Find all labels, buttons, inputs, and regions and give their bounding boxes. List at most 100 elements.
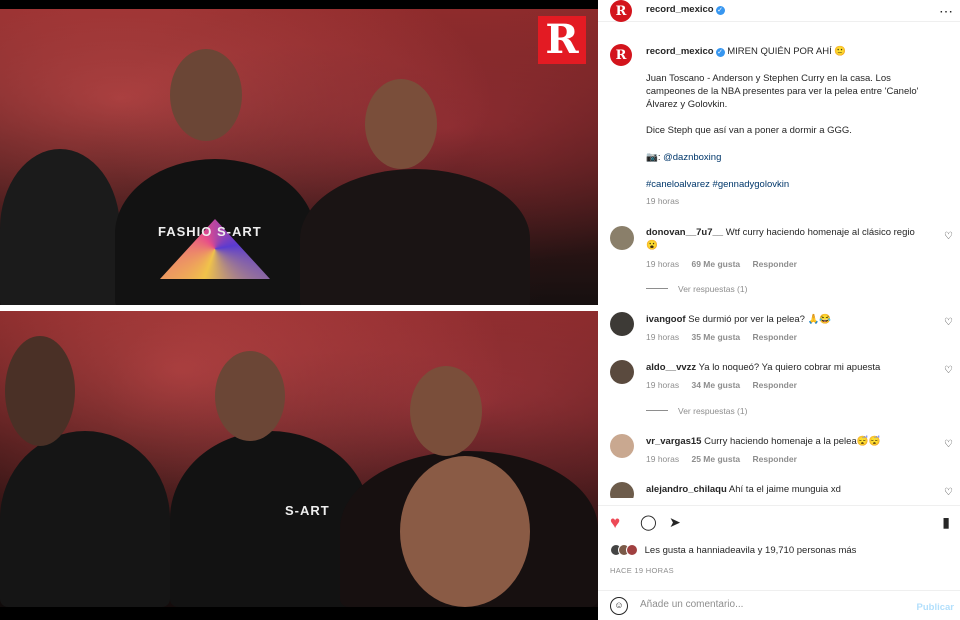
view-replies[interactable]: Ver respuestas (1) bbox=[646, 406, 747, 416]
comment-meta: 19 horas 34 Me gusta Responder bbox=[646, 380, 807, 390]
caption-credit: 📷: @daznboxing bbox=[646, 151, 946, 165]
comment-text-cont: 😮 bbox=[646, 240, 658, 251]
comment-text: Se durmió por ver la pelea? 🙏😂 bbox=[688, 314, 832, 325]
comment-likes[interactable]: 69 Me gusta bbox=[691, 259, 740, 269]
shirt-text: FASHIO S-ART bbox=[158, 224, 262, 239]
more-options-icon[interactable]: ⋯ bbox=[939, 3, 953, 20]
comment-time: 19 horas bbox=[646, 380, 680, 390]
comment-body: ivangoof Se durmió por ver la pelea? 🙏😂 bbox=[646, 313, 936, 326]
comment-avatar[interactable] bbox=[610, 434, 634, 458]
shirt-text: S-ART bbox=[285, 503, 330, 518]
comment-likes[interactable]: 25 Me gusta bbox=[691, 454, 740, 464]
verified-icon: ✓ bbox=[715, 48, 725, 57]
replies-line bbox=[646, 288, 668, 289]
person-head bbox=[365, 79, 437, 169]
comment-like-icon[interactable]: ♡ bbox=[944, 488, 954, 498]
comment-avatar[interactable] bbox=[610, 360, 634, 384]
caption-text: campeones de la NBA presentes para ver l… bbox=[646, 86, 919, 97]
view-replies[interactable]: Ver respuestas (1) bbox=[646, 284, 747, 294]
emoji-icon[interactable]: ☺ bbox=[610, 597, 628, 615]
replies-line bbox=[646, 410, 668, 411]
author-username[interactable]: record_mexico bbox=[646, 4, 714, 15]
comment-body: aldo__vvzz Ya lo noqueó? Ya quiero cobra… bbox=[646, 361, 936, 374]
person-head bbox=[410, 366, 482, 456]
photo-top: FASHIO S-ART bbox=[0, 9, 598, 305]
comment-like-icon[interactable]: ♡ bbox=[944, 318, 954, 328]
verified-icon: ✓ bbox=[715, 6, 725, 15]
caption-time: 19 horas bbox=[646, 196, 680, 206]
post-media[interactable]: FASHIO S-ART S-ART R bbox=[0, 0, 598, 620]
likes-summary[interactable]: Les gusta a hanniadeavila y 19,710 perso… bbox=[610, 544, 856, 556]
comment-text: Wtf curry haciendo homenaje al clásico r… bbox=[725, 227, 915, 238]
comment-username[interactable]: ivangoof bbox=[646, 314, 686, 325]
credit-mention[interactable]: @daznboxing bbox=[663, 152, 721, 163]
likes-text: Les gusta a hanniadeavila y 19,710 perso… bbox=[644, 545, 857, 556]
comment-username[interactable]: vr_vargas15 bbox=[646, 436, 701, 447]
comment-like-icon[interactable]: ♡ bbox=[944, 366, 954, 376]
comment-body: donovan__7u7__ Wtf curry haciendo homena… bbox=[646, 226, 936, 252]
comment-meta: 19 horas 35 Me gusta Responder bbox=[646, 332, 807, 342]
photo-bottom: S-ART bbox=[0, 311, 598, 607]
caption-text: Álvarez y Golovkin. bbox=[646, 99, 728, 110]
reply-button[interactable]: Responder bbox=[753, 332, 797, 342]
comment-likes[interactable]: 34 Me gusta bbox=[691, 380, 740, 390]
record-logo-mini: R bbox=[615, 3, 627, 19]
author-row: record_mexico ✓ bbox=[646, 4, 725, 15]
person-head bbox=[400, 456, 530, 607]
save-icon[interactable]: ▮ bbox=[942, 514, 950, 531]
comment-avatar[interactable] bbox=[610, 312, 634, 336]
post-timestamp: HACE 19 HORAS bbox=[610, 566, 674, 575]
comment-meta: 19 horas 25 Me gusta Responder bbox=[646, 454, 807, 464]
reply-button[interactable]: Responder bbox=[753, 259, 797, 269]
comment-body: alejandro_chilaqu Ahí ta el jaime mungui… bbox=[646, 483, 936, 496]
like-icon[interactable]: ♥ bbox=[610, 514, 620, 531]
comment-text: Ahí ta el jaime munguia xd bbox=[728, 484, 841, 495]
comment-avatar[interactable] bbox=[610, 226, 634, 250]
action-bar: ♥ ◯ ➤ ▮ bbox=[598, 505, 960, 539]
comment-like-icon[interactable]: ♡ bbox=[944, 232, 954, 242]
caption-hashtags[interactable]: #canelo​alvarez #gennadygolovkin bbox=[646, 178, 946, 192]
comment-likes[interactable]: 35 Me gusta bbox=[691, 332, 740, 342]
comment-body: vr_vargas15 Curry haciendo homenaje a la… bbox=[646, 435, 936, 448]
comment-avatar[interactable] bbox=[610, 482, 634, 498]
person-silhouette bbox=[0, 431, 170, 607]
comment-text: Ya lo noqueó? Ya quiero cobrar mi apuest… bbox=[698, 362, 881, 373]
comment-time: 19 horas bbox=[646, 454, 680, 464]
post-header: R record_mexico ✓ ⋯ bbox=[598, 0, 960, 22]
record-logo: R bbox=[538, 16, 586, 64]
comment-meta: 19 horas 69 Me gusta Responder bbox=[646, 259, 807, 269]
comment-time: 19 horas bbox=[646, 259, 680, 269]
comment-composer: ☺ Publicar bbox=[598, 590, 960, 620]
author-avatar[interactable]: R bbox=[610, 0, 632, 22]
comment-username[interactable]: alejandro_chilaqu bbox=[646, 484, 727, 495]
publish-button[interactable]: Publicar bbox=[917, 602, 955, 613]
person-silhouette bbox=[0, 149, 120, 305]
person-head bbox=[170, 49, 242, 141]
comment-input[interactable] bbox=[640, 599, 890, 610]
comment-username[interactable]: aldo__vvzz bbox=[646, 362, 696, 373]
comment-text: Curry haciendo homenaje a la pelea😴😴 bbox=[704, 436, 881, 447]
share-icon[interactable]: ➤ bbox=[669, 514, 681, 531]
person-head bbox=[215, 351, 285, 441]
record-logo-mini: R bbox=[615, 47, 627, 63]
reply-button[interactable]: Responder bbox=[753, 380, 797, 390]
comment-icon[interactable]: ◯ bbox=[640, 514, 657, 531]
comment-username[interactable]: donovan__7u7__ bbox=[646, 227, 723, 238]
liker-avatar bbox=[626, 544, 638, 556]
person-head bbox=[5, 336, 75, 446]
caption-text: Juan Toscano - Anderson y Stephen Curry … bbox=[646, 73, 891, 84]
comments-scroll[interactable]: R record_mexico ✓ MIREN QUIÉN POR AHÍ 🙂 J… bbox=[598, 34, 960, 498]
post-details-panel: R record_mexico ✓ ⋯ R record_mexico ✓ MIRE… bbox=[598, 0, 960, 620]
comment-like-icon[interactable]: ♡ bbox=[944, 440, 954, 450]
caption-headline-row: record_mexico ✓ MIREN QUIÉN POR AHÍ 🙂 bbox=[646, 45, 946, 59]
caption-headline: MIREN QUIÉN POR AHÍ 🙂 bbox=[727, 46, 847, 57]
caption-avatar[interactable]: R bbox=[610, 44, 632, 66]
person-silhouette bbox=[300, 169, 530, 305]
view-replies-label: Ver respuestas (1) bbox=[678, 284, 748, 294]
caption-author[interactable]: record_mexico bbox=[646, 46, 714, 57]
caption-text: Dice Steph que así van a poner a dormir … bbox=[646, 125, 852, 136]
comment-time: 19 horas bbox=[646, 332, 680, 342]
reply-button[interactable]: Responder bbox=[753, 454, 797, 464]
view-replies-label: Ver respuestas (1) bbox=[678, 406, 748, 416]
camera-icon: 📷: bbox=[646, 152, 661, 163]
